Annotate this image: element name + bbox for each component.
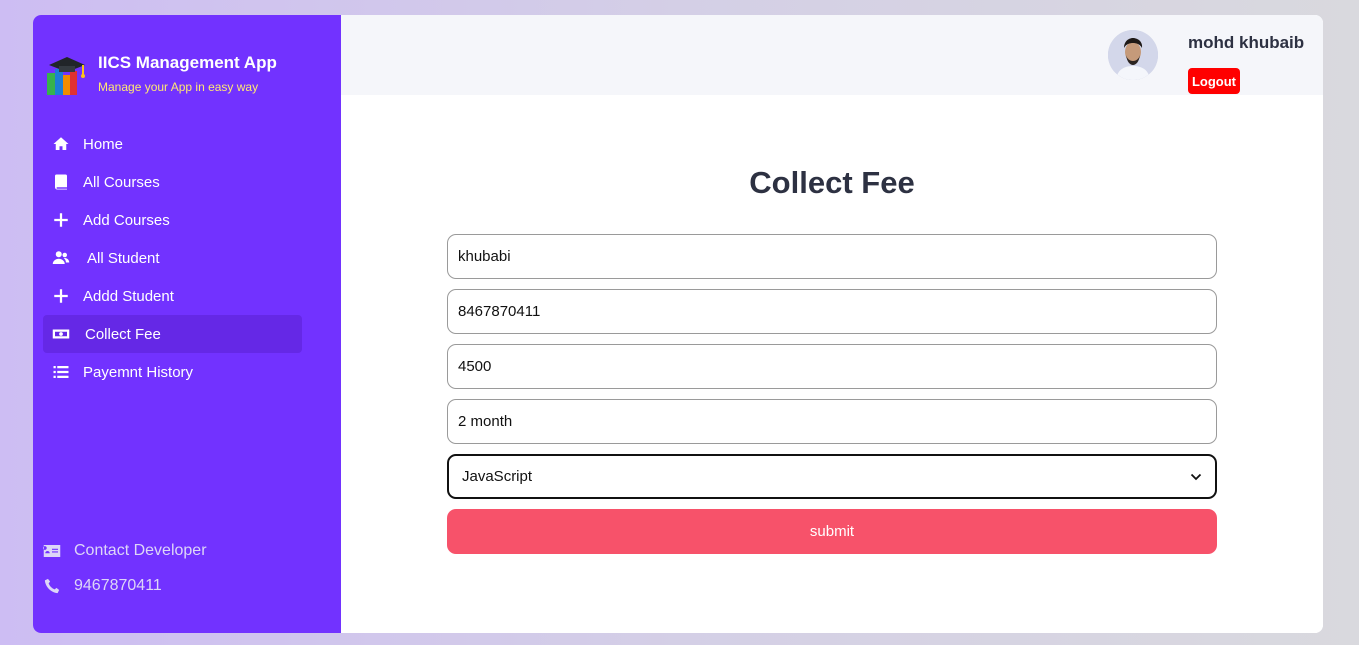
id-card-icon: [43, 544, 61, 557]
sidebar-item-label: Add Courses: [83, 211, 170, 229]
contact-developer: Contact Developer: [43, 533, 207, 568]
sidebar-item-collect-fee[interactable]: Collect Fee: [43, 315, 302, 353]
sidebar-item-label: All Courses: [83, 173, 160, 191]
book-icon: [51, 172, 71, 192]
sidebar-item-label: Addd Student: [83, 287, 174, 305]
student-name-input[interactable]: [447, 234, 1217, 279]
user-name: mohd khubaib: [1188, 33, 1305, 52]
top-bar: mohd khubaib Logout: [341, 15, 1323, 95]
sidebar-item-add-courses[interactable]: Add Courses: [43, 201, 302, 239]
contact-section: Contact Developer 9467870411: [43, 533, 207, 603]
graduation-books-logo: [47, 57, 85, 95]
amount-input[interactable]: [447, 344, 1217, 389]
phone-input[interactable]: [447, 289, 1217, 334]
app-window: IICS Management App Manage your App in e…: [33, 15, 1323, 633]
logout-button[interactable]: Logout: [1188, 68, 1240, 94]
app-title: IICS Management App: [98, 53, 277, 72]
sidebar: IICS Management App Manage your App in e…: [33, 15, 341, 633]
contact-phone-number: 9467870411: [74, 576, 162, 594]
course-select[interactable]: JavaScript: [447, 454, 1217, 499]
chevron-down-icon: [1190, 473, 1202, 480]
sidebar-item-add-student[interactable]: Addd Student: [43, 277, 302, 315]
sidebar-item-home[interactable]: Home: [43, 125, 302, 163]
users-icon: [51, 248, 71, 268]
contact-phone: 9467870411: [43, 568, 207, 603]
phone-icon: [44, 578, 60, 593]
remark-input[interactable]: [447, 399, 1217, 444]
sidebar-item-all-student[interactable]: All Student: [43, 239, 302, 277]
sidebar-item-all-courses[interactable]: All Courses: [43, 163, 302, 201]
user-photo-icon: [1108, 30, 1158, 80]
sidebar-item-label: Home: [83, 135, 124, 153]
money-icon: [51, 324, 71, 344]
app-subtitle: Manage your App in easy way: [98, 80, 259, 94]
sidebar-nav: Home All Courses Add Courses All Student: [43, 125, 302, 391]
collect-fee-form: JavaScript submit: [447, 234, 1217, 554]
main-content: mohd khubaib Logout Collect Fee JavaScri…: [341, 15, 1323, 633]
sidebar-item-label: All Student: [87, 249, 160, 267]
plus-icon: [51, 286, 71, 306]
course-select-value: JavaScript: [462, 468, 533, 485]
sidebar-item-payment-history[interactable]: Payemnt History: [43, 353, 302, 391]
brand: IICS Management App Manage your App in e…: [43, 51, 277, 99]
list-icon: [51, 362, 71, 382]
submit-button[interactable]: submit: [447, 509, 1217, 554]
plus-icon: [51, 210, 71, 230]
avatar: [1108, 30, 1158, 80]
contact-developer-label: Contact Developer: [74, 541, 207, 559]
sidebar-item-label: Collect Fee: [85, 325, 161, 343]
sidebar-item-label: Payemnt History: [83, 363, 194, 381]
home-icon: [51, 134, 71, 154]
page-title: Collect Fee: [749, 165, 915, 200]
